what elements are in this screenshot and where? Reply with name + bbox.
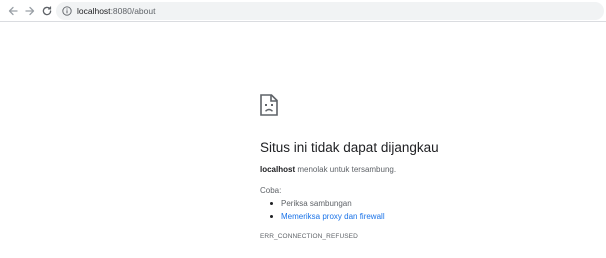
url-host: localhost — [77, 6, 111, 16]
suggestion-list: Periksa sambungan Memeriksa proxy dan fi… — [268, 198, 385, 224]
suggestion-check-connection: Periksa sambungan — [268, 198, 385, 211]
url-text[interactable]: localhost:8080/about — [77, 6, 155, 16]
suggestion-check-proxy-link[interactable]: Memeriksa proxy dan firewall — [268, 211, 385, 224]
url-path: :8080/about — [110, 6, 156, 16]
reload-icon — [42, 6, 52, 16]
arrow-right-icon — [25, 6, 35, 16]
forward-button[interactable] — [22, 3, 38, 19]
sad-page-icon — [260, 94, 278, 116]
error-host: localhost — [260, 165, 296, 174]
try-label: Coba: — [260, 186, 282, 195]
error-description: localhost menolak untuk tersambung. — [260, 165, 396, 174]
browser-toolbar: localhost:8080/about — [0, 0, 606, 22]
info-icon[interactable] — [60, 4, 74, 18]
error-code: ERR_CONNECTION_REFUSED — [260, 233, 358, 240]
arrow-left-icon — [8, 6, 18, 16]
address-bar[interactable]: localhost:8080/about — [56, 2, 604, 20]
back-button[interactable] — [5, 3, 21, 19]
error-title: Situs ini tidak dapat dijangkau — [260, 140, 439, 155]
reload-button[interactable] — [39, 3, 55, 19]
error-description-text: menolak untuk tersambung. — [295, 165, 397, 174]
